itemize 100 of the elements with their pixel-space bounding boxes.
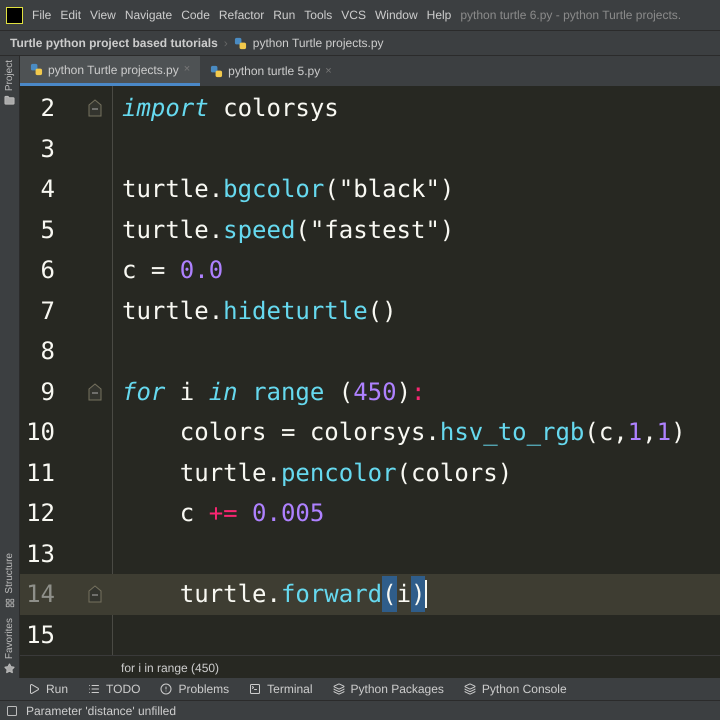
menu-item[interactable]: View — [90, 6, 116, 24]
folder-icon — [4, 95, 15, 106]
tool-window-button[interactable]: TODO — [88, 680, 140, 698]
text-cursor — [425, 580, 428, 608]
line-number: 4 — [40, 174, 55, 206]
code-token: () — [368, 296, 397, 327]
code-token: : — [411, 376, 426, 408]
code-token: turtle. — [122, 214, 224, 246]
code-token: pencolor — [280, 458, 397, 489]
structure-icon — [4, 598, 14, 608]
project-tool-tab[interactable]: Project — [2, 60, 17, 92]
app-logo-icon — [6, 6, 23, 24]
code-token: ) — [440, 174, 454, 206]
line-number: 11 — [25, 458, 55, 489]
python-file-icon — [234, 36, 247, 50]
tool-icon — [249, 683, 262, 695]
code-token: , — [642, 417, 657, 448]
line-number: 9 — [40, 376, 55, 408]
line-number: 13 — [25, 538, 55, 570]
tool-window-button[interactable]: Run — [28, 680, 68, 698]
code-token: ) — [396, 376, 412, 408]
fold-marker-icon[interactable] — [88, 99, 102, 118]
fold-marker-icon[interactable] — [88, 382, 102, 401]
python-file-icon — [30, 63, 43, 76]
menu-item[interactable]: Window — [374, 6, 418, 24]
tool-window-button[interactable]: Problems — [160, 680, 230, 698]
line-number: 8 — [40, 336, 55, 368]
tool-icon — [464, 683, 476, 695]
code-token: colors = colorsys. — [178, 417, 440, 448]
star-icon — [4, 663, 15, 674]
code-token: turtle. — [122, 174, 224, 206]
code-token: 450 — [353, 376, 397, 408]
code-token: c = — [122, 255, 166, 286]
line-number: 2 — [40, 93, 55, 124]
window-title: python turtle 6.py - python Turtle projects. — [460, 7, 682, 24]
matched-bracket: ( — [382, 576, 397, 612]
line-number: 14 — [25, 579, 55, 610]
code-token: (colors) — [396, 458, 512, 489]
breadcrumb-file[interactable]: python Turtle projects.py — [252, 34, 384, 52]
code-token: += — [208, 498, 238, 530]
breadcrumb-project[interactable]: Turtle python project based tutorials — [10, 34, 218, 52]
structure-tool-tab[interactable]: Structure — [2, 553, 17, 594]
line-number: 5 — [40, 214, 55, 246]
status-message: Parameter 'distance' unfilled — [26, 702, 176, 720]
editor-tab[interactable]: python turtle 5.py × — [200, 56, 342, 86]
code-token: 0.005 — [251, 498, 324, 530]
code-token: in — [208, 376, 238, 408]
menu-item[interactable]: Run — [273, 6, 296, 24]
menu-item[interactable]: Refactor — [218, 6, 264, 24]
code-token: turtle. — [122, 296, 224, 327]
menu-item[interactable]: File — [32, 6, 52, 24]
code-token: bgcolor — [223, 174, 324, 206]
code-token: i — [178, 376, 196, 408]
menu-item[interactable]: VCS — [341, 6, 366, 24]
menu-item[interactable]: Help — [426, 6, 452, 24]
code-token: hsv_to_rgb — [440, 417, 584, 448]
code-token: turtle. — [178, 579, 281, 610]
tool-window-button[interactable]: Python Packages — [332, 680, 444, 698]
menu-item[interactable]: Edit — [60, 6, 82, 24]
code-token: 0.0 — [180, 255, 224, 286]
python-file-icon — [210, 64, 224, 78]
code-token: range — [251, 376, 324, 408]
tool-icon — [160, 683, 172, 695]
editor-tab[interactable]: python Turtle projects.py × — [20, 56, 200, 86]
code-token: "fastest" — [310, 214, 440, 246]
line-number: 3 — [40, 134, 55, 165]
menu-item[interactable]: Code — [181, 6, 210, 24]
menu-item[interactable]: Tools — [304, 6, 332, 24]
code-token: turtle. — [178, 458, 281, 489]
code-token: import — [122, 93, 209, 124]
code-token: for — [122, 376, 166, 408]
code-token: ( — [295, 214, 310, 246]
code-token: forward — [280, 579, 382, 610]
line-number: 15 — [25, 620, 55, 651]
panel-toggle-icon[interactable] — [6, 704, 18, 716]
tool-window-button[interactable]: Python Console — [464, 680, 567, 698]
code-token: 1 — [656, 417, 672, 448]
matched-bracket: ) — [411, 576, 426, 612]
tab-label: python turtle 5.py — [228, 63, 320, 80]
line-number: 6 — [40, 255, 55, 286]
code-token: ) — [671, 417, 686, 448]
fold-marker-icon[interactable] — [88, 585, 102, 604]
code-token: (c, — [584, 417, 628, 448]
tab-label: python Turtle projects.py — [48, 62, 179, 78]
code-token: ( — [324, 174, 339, 206]
code-token: c — [178, 498, 196, 530]
breadcrumb-separator: › — [224, 35, 228, 52]
code-token: ) — [440, 214, 454, 246]
code-token: speed — [223, 214, 296, 246]
code-context-breadcrumb[interactable]: for i in range (450) — [121, 659, 220, 677]
tool-window-button[interactable]: Terminal — [249, 680, 313, 698]
favorites-tool-tab[interactable]: Favorites — [2, 618, 17, 659]
tool-icon — [28, 683, 40, 695]
code-token: hideturtle — [223, 296, 368, 327]
code-token: "black" — [338, 174, 440, 206]
code-token: colorsys — [222, 93, 339, 124]
line-number: 10 — [25, 417, 55, 448]
code-token: ( — [338, 376, 354, 408]
menu-item[interactable]: Navigate — [124, 6, 172, 24]
code-token: i — [396, 579, 412, 610]
